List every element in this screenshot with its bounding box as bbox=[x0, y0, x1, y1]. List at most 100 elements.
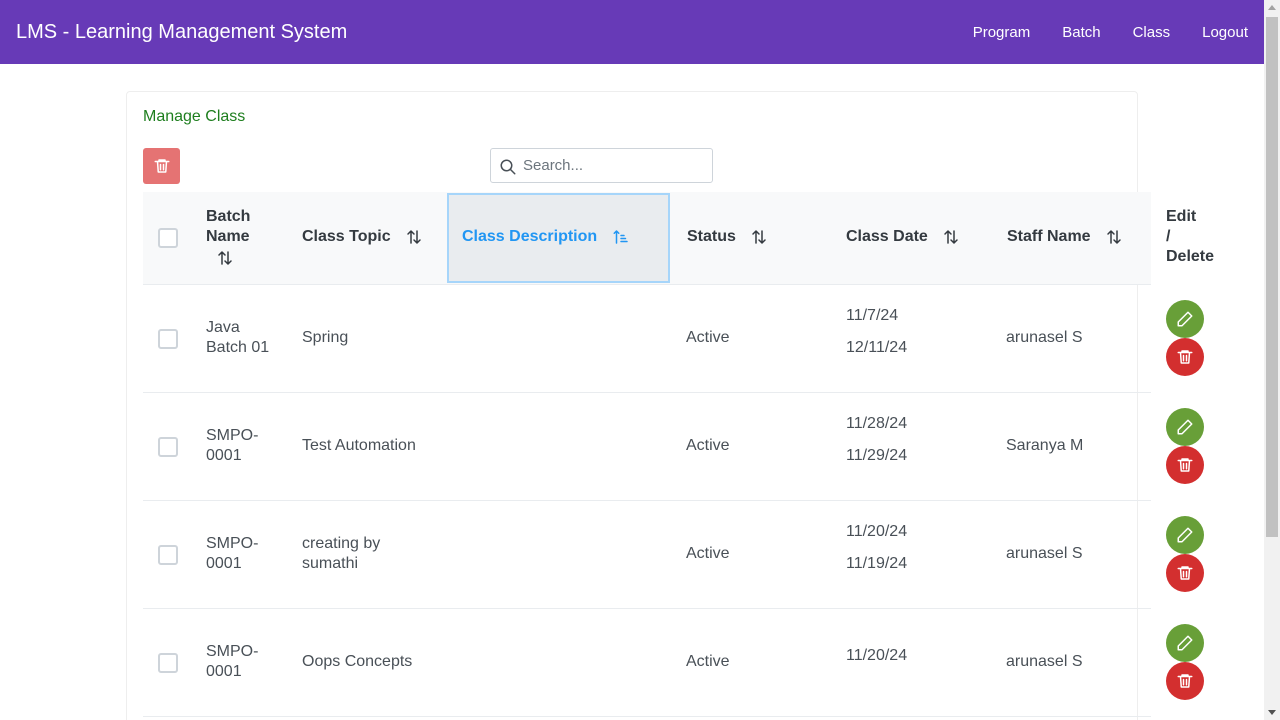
cell-batch-name: SMPO- 0001 bbox=[206, 534, 258, 574]
sort-icon[interactable] bbox=[405, 228, 423, 246]
search-box bbox=[490, 148, 713, 183]
trash-icon bbox=[1177, 350, 1193, 364]
page-scrollbar[interactable] bbox=[1264, 0, 1280, 720]
cell-class-topic: Spring bbox=[302, 328, 348, 348]
edit-button[interactable] bbox=[1166, 300, 1204, 338]
cell-batch-name: SMPO- 0001 bbox=[206, 426, 258, 466]
header-staff-name-label: Staff Name bbox=[1007, 228, 1091, 245]
sort-icon[interactable] bbox=[942, 228, 960, 246]
trash-icon bbox=[1177, 458, 1193, 472]
header-batch-name-line2: Name bbox=[206, 228, 250, 245]
header-staff-name[interactable]: Staff Name bbox=[1007, 227, 1123, 247]
scroll-down-arrow-icon[interactable] bbox=[1268, 710, 1276, 715]
edit-button[interactable] bbox=[1166, 408, 1204, 446]
table-row bbox=[143, 501, 1151, 609]
cell-class-date-line1: 11/7/24 bbox=[846, 307, 899, 324]
cell-class-date-line2: 11/19/24 bbox=[846, 555, 908, 572]
cell-staff-name: arunasel S bbox=[1006, 653, 1083, 670]
nav-program[interactable]: Program bbox=[957, 24, 1047, 41]
cell-batch-name: SMPO- 0001 bbox=[206, 642, 258, 682]
header-edit-delete-line3: Delete bbox=[1166, 248, 1215, 265]
cell-batch-name: Java Batch 01 bbox=[206, 318, 269, 358]
top-navbar: LMS - Learning Management System Program… bbox=[0, 0, 1264, 64]
header-class-date-label: Class Date bbox=[846, 228, 928, 245]
cell-batch-name-line1: SMPO- bbox=[206, 427, 259, 444]
cell-class-topic: creating by sumathi bbox=[302, 534, 380, 574]
cell-batch-name-line2: 0001 bbox=[206, 663, 242, 680]
header-edit-delete: Edit / Delete bbox=[1166, 207, 1214, 267]
row-checkbox[interactable] bbox=[158, 653, 178, 673]
cell-class-date-line1: 11/28/24 bbox=[846, 415, 908, 432]
cell-class-date: 11/28/24 11/29/24 bbox=[846, 414, 907, 466]
search-icon bbox=[500, 159, 516, 175]
pencil-icon bbox=[1177, 635, 1193, 651]
delete-button[interactable] bbox=[1166, 662, 1204, 700]
cell-class-topic-line1: Test Automation bbox=[302, 437, 416, 454]
header-class-description-label: Class Description bbox=[462, 228, 598, 245]
bulk-delete-button[interactable] bbox=[143, 148, 180, 184]
cell-class-date: 11/7/24 12/11/24 bbox=[846, 306, 907, 358]
delete-button[interactable] bbox=[1166, 338, 1204, 376]
cell-class-topic-line1: Spring bbox=[302, 329, 349, 346]
scroll-up-arrow-icon[interactable] bbox=[1268, 5, 1276, 10]
delete-button[interactable] bbox=[1166, 554, 1204, 592]
cell-class-topic: Test Automation bbox=[302, 436, 416, 456]
pencil-icon bbox=[1177, 311, 1193, 327]
cell-class-topic-line1: creating by bbox=[302, 535, 381, 552]
cell-status: Active bbox=[686, 545, 730, 562]
trash-icon bbox=[1177, 566, 1193, 580]
trash-icon bbox=[154, 159, 169, 173]
header-batch-name-line1: Batch bbox=[206, 208, 251, 225]
cell-class-date-line1: 11/20/24 bbox=[846, 523, 908, 540]
header-edit-delete-line1: Edit bbox=[1166, 208, 1197, 225]
cell-class-topic: Oops Concepts bbox=[302, 652, 412, 672]
header-class-topic[interactable]: Class Topic bbox=[302, 227, 423, 247]
header-class-description[interactable]: Class Description bbox=[462, 227, 630, 247]
cell-batch-name-line1: Java bbox=[206, 319, 240, 336]
table-row bbox=[143, 393, 1151, 501]
row-checkbox[interactable] bbox=[158, 329, 178, 349]
nav-class[interactable]: Class bbox=[1117, 24, 1187, 41]
search-input[interactable] bbox=[523, 150, 708, 181]
sort-icon[interactable] bbox=[216, 249, 234, 267]
table-row bbox=[143, 285, 1151, 393]
header-class-date[interactable]: Class Date bbox=[846, 227, 960, 247]
cell-class-date: 11/20/24 11/19/24 bbox=[846, 522, 907, 574]
cell-class-date-line2: 12/11/24 bbox=[846, 339, 908, 356]
header-class-topic-label: Class Topic bbox=[302, 228, 391, 245]
row-checkbox[interactable] bbox=[158, 437, 178, 457]
cell-class-date-line1: 11/20/24 bbox=[846, 647, 908, 664]
cell-class-date: 11/20/24 bbox=[846, 646, 907, 678]
header-status-label: Status bbox=[687, 228, 736, 245]
cell-class-date-line2: 11/29/24 bbox=[846, 447, 908, 464]
pencil-icon bbox=[1177, 419, 1193, 435]
row-checkbox[interactable] bbox=[158, 545, 178, 565]
header-edit-delete-line2: / bbox=[1166, 228, 1171, 245]
header-status[interactable]: Status bbox=[687, 227, 768, 247]
cell-batch-name-line2: 0001 bbox=[206, 447, 242, 464]
edit-button[interactable] bbox=[1166, 624, 1204, 662]
header-batch-name[interactable]: Batch Name bbox=[206, 207, 250, 273]
scroll-thumb[interactable] bbox=[1266, 17, 1278, 537]
delete-button[interactable] bbox=[1166, 446, 1204, 484]
cell-staff-name: arunasel S bbox=[1006, 545, 1083, 562]
sort-icon[interactable] bbox=[1105, 228, 1123, 246]
sort-icon[interactable] bbox=[750, 228, 768, 246]
nav-batch[interactable]: Batch bbox=[1046, 24, 1116, 41]
app-title: LMS - Learning Management System bbox=[16, 21, 348, 43]
cell-status: Active bbox=[686, 437, 730, 454]
cell-class-topic-line2: sumathi bbox=[302, 555, 359, 572]
cell-batch-name-line1: SMPO- bbox=[206, 643, 259, 660]
pencil-icon bbox=[1177, 527, 1193, 543]
page-title: Manage Class bbox=[143, 108, 246, 125]
cell-staff-name: Saranya M bbox=[1006, 437, 1084, 454]
edit-button[interactable] bbox=[1166, 516, 1204, 554]
sort-ascending-icon[interactable] bbox=[612, 228, 630, 246]
table-row bbox=[143, 609, 1151, 717]
cell-status: Active bbox=[686, 653, 730, 670]
nav-logout[interactable]: Logout bbox=[1186, 24, 1248, 41]
select-all-checkbox[interactable] bbox=[158, 228, 178, 248]
cell-class-topic-line1: Oops Concepts bbox=[302, 653, 413, 670]
cell-batch-name-line1: SMPO- bbox=[206, 535, 259, 552]
cell-staff-name: arunasel S bbox=[1006, 329, 1083, 346]
